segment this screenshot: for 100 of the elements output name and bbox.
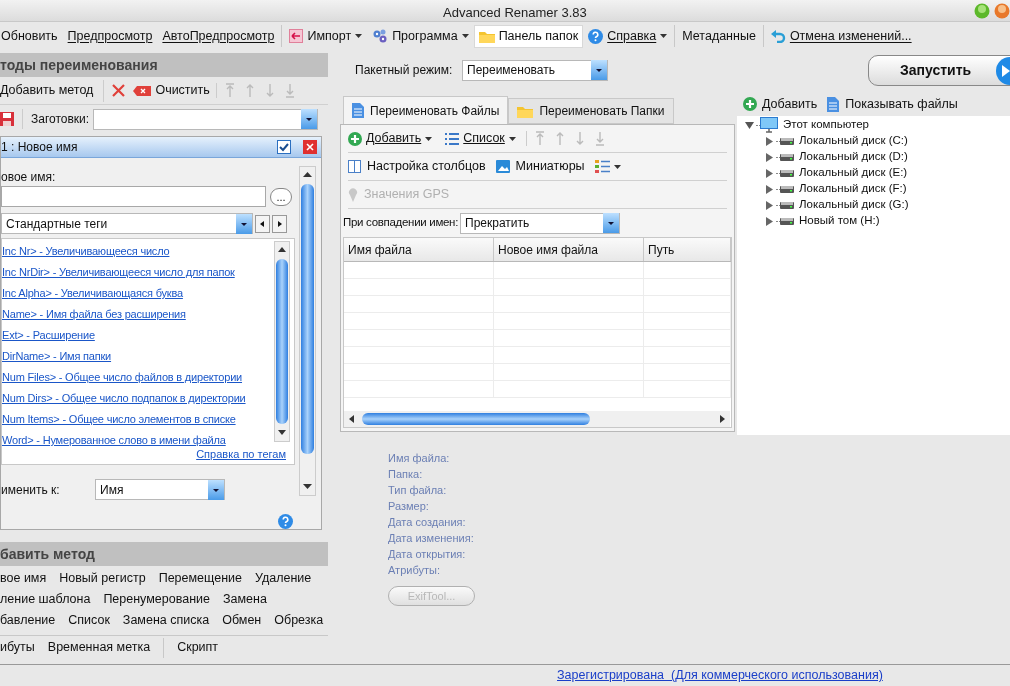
conflict-label: При совпадении имен: (343, 215, 460, 231)
tree-item[interactable]: Локальный диск (E:) (799, 164, 908, 182)
tag-link[interactable]: DirName> - Имя папки (2, 346, 294, 367)
run-button[interactable]: Запустить (868, 55, 1010, 86)
tree-item[interactable]: Локальный диск (D:) (799, 148, 908, 166)
method-button[interactable]: ление шаблона (0, 590, 91, 609)
caret-icon (461, 34, 469, 38)
dropdown-button[interactable] (301, 109, 318, 129)
expander-icon[interactable] (745, 120, 754, 130)
register-link[interactable]: Зарегистрирована (Для коммерческого использования) (557, 666, 883, 685)
document-icon (352, 103, 364, 118)
document-icon (827, 96, 840, 112)
info-label: Папка: (388, 467, 424, 482)
next-button[interactable] (272, 214, 287, 233)
column-header[interactable]: Путь (644, 238, 731, 261)
scrollbar[interactable] (299, 166, 316, 496)
undo-icon (770, 29, 786, 43)
dropdown-button[interactable] (208, 479, 224, 500)
toolbar-button[interactable]: Импорт (284, 24, 368, 48)
monitor-icon (760, 117, 778, 133)
expander-icon[interactable] (765, 168, 774, 178)
tag-link[interactable]: Inc Alpha> - Увеличивающаяся буква (2, 283, 294, 304)
method-button[interactable]: Временная метка (47, 638, 151, 657)
add-method-button[interactable]: Добавить метод (0, 81, 98, 100)
batch-mode-dropdown[interactable]: Переименовать (462, 59, 608, 81)
presets-dropdown[interactable] (93, 108, 319, 130)
apply-to-dropdown[interactable]: Имя (95, 479, 225, 500)
method-button[interactable]: Обрезка (274, 611, 324, 630)
view-button[interactable] (594, 160, 621, 173)
thumbnails-button[interactable]: Миниатюры (495, 157, 585, 176)
method-button[interactable]: Перемещение (158, 569, 242, 588)
tree-item[interactable]: Локальный диск (C:) (799, 132, 908, 150)
expander-icon[interactable] (765, 200, 774, 210)
batch-label: Пакетный режим: (355, 62, 454, 79)
browse-button[interactable]: ... (270, 187, 292, 206)
tree-item[interactable]: Локальный диск (F:) (799, 180, 907, 198)
dropdown-button[interactable] (603, 213, 620, 233)
tag-link[interactable]: Inc Nr> - Увеличивающееся число (2, 241, 294, 262)
method-button[interactable]: Замена списка (122, 611, 210, 630)
toolbar-button[interactable]: Отмена изменений... (765, 24, 917, 48)
method-button[interactable]: Новый регистр (59, 569, 146, 588)
method-button[interactable]: вое имя (0, 569, 47, 588)
drive-icon (780, 137, 794, 145)
scrollbar[interactable] (344, 411, 730, 427)
toolbar-button[interactable]: Панель папок (473, 24, 584, 48)
method-button[interactable]: Обмен (222, 611, 262, 630)
tree-item[interactable]: Новый том (H:) (799, 212, 880, 230)
tag-link[interactable]: Ext> - Расширение (2, 325, 294, 346)
method-button[interactable]: бавление (0, 611, 56, 630)
tab[interactable]: Переименовать Файлы (343, 96, 509, 124)
tab[interactable]: Переименовать Папки (508, 98, 674, 124)
field-label: овое имя: (1, 169, 57, 184)
conflict-dropdown[interactable]: Прекратить (460, 212, 621, 234)
dropdown-button[interactable] (236, 213, 252, 234)
toolbar-button[interactable]: Программа (367, 24, 474, 48)
close-button[interactable] (303, 140, 317, 154)
delete-icon (112, 84, 126, 97)
column-header[interactable]: Новое имя файла (494, 238, 644, 261)
add-button[interactable]: Добавить (348, 129, 433, 148)
method-button[interactable]: Список (68, 611, 110, 630)
previous-button[interactable] (255, 214, 270, 233)
expander-icon[interactable] (765, 184, 774, 194)
new-name-field[interactable] (1, 186, 266, 207)
toolbar-button[interactable]: Метаданные (677, 24, 761, 48)
clear-button[interactable]: Очистить (133, 81, 210, 100)
checkbox[interactable] (277, 140, 291, 154)
method-button[interactable]: Удаление (255, 569, 312, 588)
toolbar-button[interactable]: Справка (583, 24, 673, 48)
expander-icon[interactable] (765, 152, 774, 162)
add-folder-button[interactable]: Добавить (743, 94, 818, 114)
play-icon (996, 57, 1010, 85)
tree-item[interactable]: Локальный диск (G:) (799, 196, 909, 214)
dropdown-button[interactable] (591, 60, 607, 80)
tag-link[interactable]: Inc NrDir> - Увеличивающееся число для папок (2, 262, 294, 283)
show-files-button[interactable]: Показывать файлы (827, 94, 958, 114)
method-button[interactable]: Замена (222, 590, 267, 609)
tag-link[interactable]: Num Items> - Общее число элементов в списке (2, 409, 294, 430)
tag-link[interactable]: Num Files> - Общее число файлов в директории (2, 367, 294, 388)
toolbar-button[interactable]: АвтоПредпросмотр (157, 24, 280, 48)
columns-button[interactable]: Настройка столбцов (348, 157, 486, 176)
method-button[interactable]: Перенумерование (103, 590, 210, 609)
toolbar-button[interactable]: Обновить (0, 24, 63, 48)
toolbar-button[interactable]: Предпросмотр (62, 24, 158, 48)
expander-icon[interactable] (765, 136, 774, 146)
save-icon (0, 112, 14, 126)
tag-group-dropdown[interactable]: Стандартные теги (1, 213, 253, 234)
scrollbar[interactable] (274, 241, 290, 442)
view-icon (594, 160, 610, 173)
caret-icon (508, 136, 516, 141)
column-header[interactable]: Имя файла (344, 238, 494, 261)
maximize-button[interactable] (994, 3, 1010, 19)
method-button[interactable]: ибуты (0, 638, 35, 657)
expander-icon[interactable] (765, 216, 774, 226)
tag-link[interactable]: Name> - Имя файла без расширения (2, 304, 294, 325)
help-icon (278, 514, 293, 529)
tree-item[interactable]: Этот компьютер (783, 116, 869, 134)
tag-link[interactable]: Num Dirs> - Общее число подпапок в директории (2, 388, 294, 409)
list-button[interactable]: Список (442, 129, 516, 148)
folder-icon (517, 104, 534, 118)
method-button[interactable]: Скрипт (177, 638, 219, 657)
